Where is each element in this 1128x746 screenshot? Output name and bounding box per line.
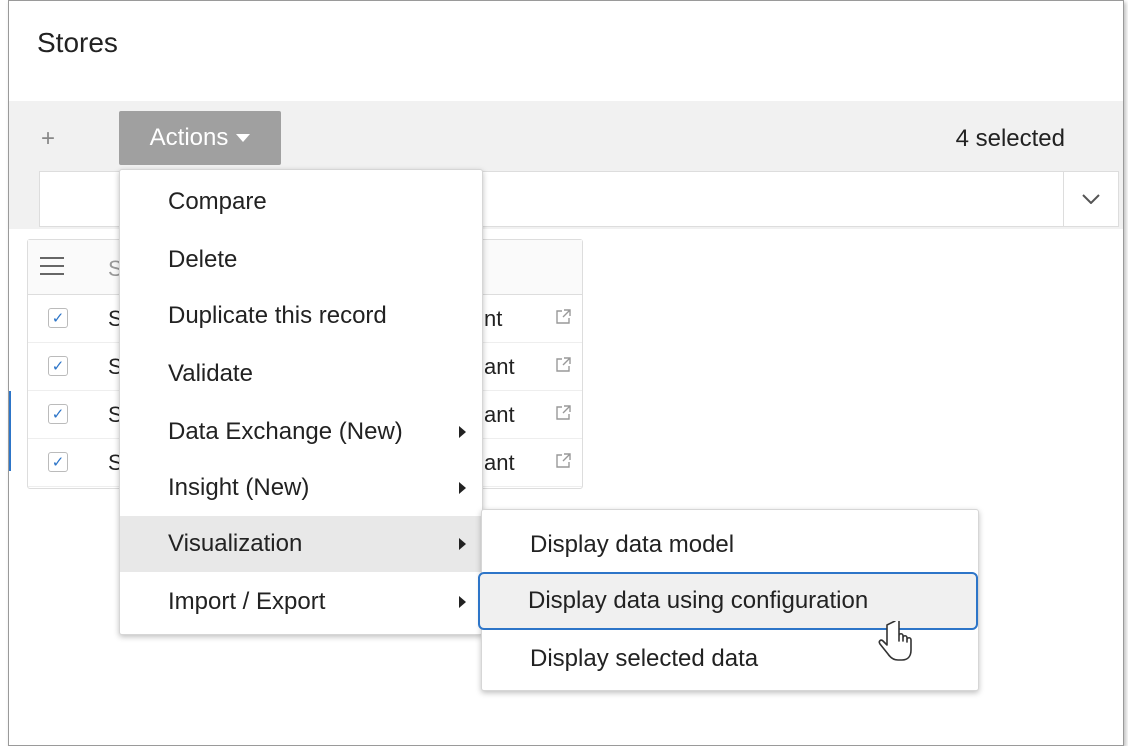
- row-type: nt: [484, 306, 503, 331]
- menu-item-label: Visualization: [168, 530, 303, 557]
- external-link-icon[interactable]: [554, 308, 572, 326]
- menu-item-label: Data Exchange (New): [168, 418, 403, 445]
- external-link-icon[interactable]: [554, 356, 572, 374]
- menu-item-import-export[interactable]: Import / Export: [120, 574, 482, 630]
- submenu-item-display-data-model[interactable]: Display data model: [482, 516, 978, 574]
- row-checkbox[interactable]: ✓: [48, 452, 68, 472]
- actions-button-label: Actions: [149, 124, 229, 151]
- menu-item-label: Duplicate this record: [168, 302, 387, 329]
- row-checkbox[interactable]: ✓: [48, 356, 68, 376]
- row-checkbox[interactable]: ✓: [48, 404, 68, 424]
- hand-cursor-icon: [878, 621, 912, 661]
- submenu-item-label: Display selected data: [530, 645, 759, 672]
- row-checkbox[interactable]: ✓: [48, 308, 68, 328]
- caret-right-icon: [459, 426, 466, 438]
- actions-button[interactable]: Actions: [119, 111, 281, 165]
- selected-count: 4 selected: [955, 125, 1065, 152]
- menu-item-visualization[interactable]: Visualization: [120, 516, 482, 572]
- plus-icon[interactable]: +: [41, 125, 55, 153]
- menu-item-label: Validate: [168, 360, 253, 387]
- submenu-item-label: Display data using configuration: [528, 587, 869, 614]
- caret-down-icon: [236, 134, 251, 142]
- menu-item-duplicate[interactable]: Duplicate this record: [120, 288, 482, 344]
- row-type: ant: [484, 354, 515, 379]
- actions-menu: Compare Delete Duplicate this record Val…: [119, 169, 483, 635]
- menu-item-label: Delete: [168, 246, 238, 273]
- menu-item-insight[interactable]: Insight (New): [120, 460, 482, 516]
- selection-marker: [9, 391, 11, 471]
- caret-right-icon: [459, 538, 466, 550]
- menu-item-validate[interactable]: Validate: [120, 346, 482, 402]
- caret-right-icon: [459, 482, 466, 494]
- page-title: Stores: [37, 27, 118, 58]
- menu-item-label: Insight (New): [168, 474, 310, 501]
- external-link-icon[interactable]: [554, 452, 572, 470]
- caret-right-icon: [459, 596, 466, 608]
- menu-item-label: Compare: [168, 188, 267, 215]
- hamburger-menu-icon[interactable]: [40, 257, 64, 275]
- menu-item-label: Import / Export: [168, 588, 326, 615]
- external-link-icon[interactable]: [554, 404, 572, 422]
- stores-panel: Stores + Actions 4 selected S ✓ S nt ✓ S…: [8, 0, 1124, 746]
- row-type: ant: [484, 402, 515, 427]
- row-type: ant: [484, 450, 515, 475]
- submenu-item-label: Display data model: [530, 531, 735, 558]
- chevron-down-icon[interactable]: [1063, 172, 1118, 226]
- menu-item-delete[interactable]: Delete: [120, 232, 482, 288]
- menu-item-compare[interactable]: Compare: [120, 174, 482, 230]
- menu-item-data-exchange[interactable]: Data Exchange (New): [120, 404, 482, 460]
